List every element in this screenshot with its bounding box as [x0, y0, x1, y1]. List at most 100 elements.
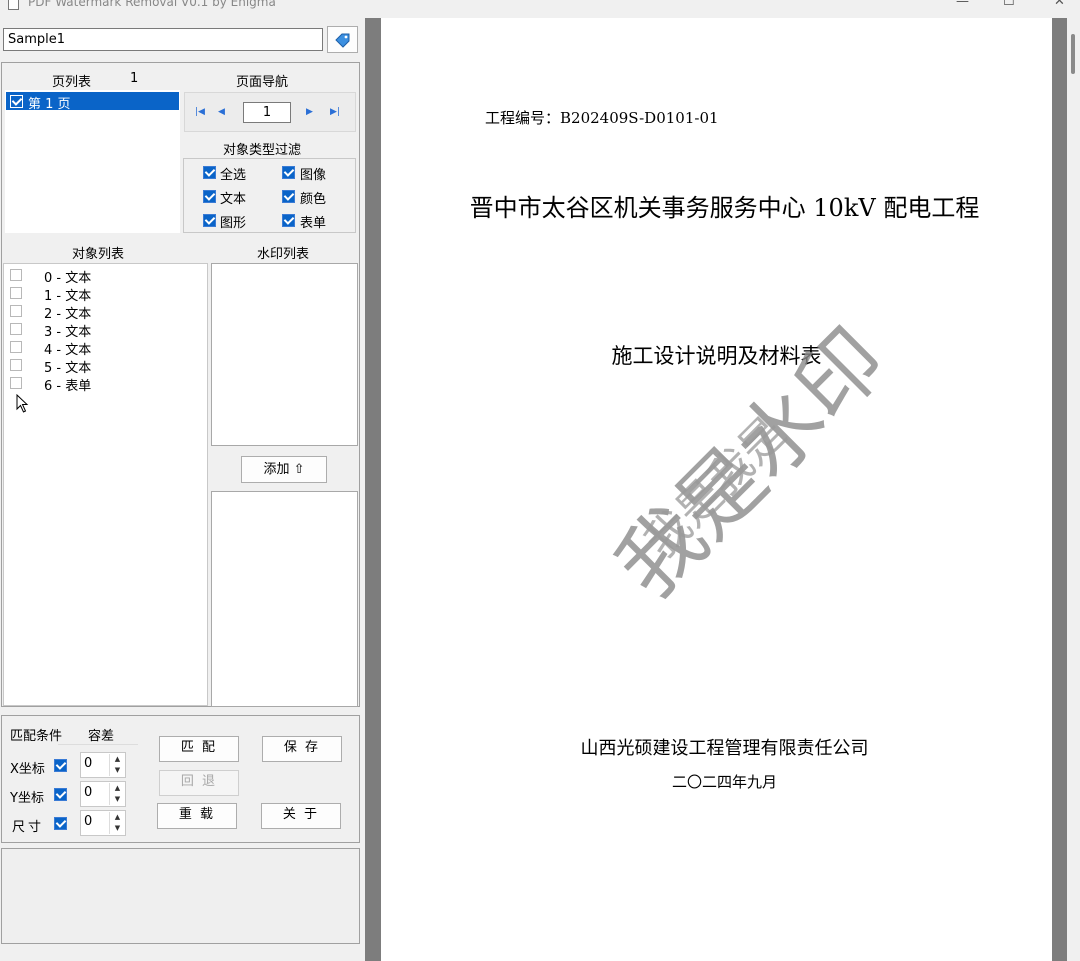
page-list-header: 页列表 [52, 75, 92, 90]
watermark-list-header: 水印列表 [257, 247, 310, 262]
filter-text-label: 文本 [220, 192, 247, 207]
filter-form-label: 表单 [300, 216, 327, 231]
object-checkbox[interactable] [10, 269, 22, 281]
file-name-value: Sample1 [8, 32, 66, 47]
y-coord-checkbox[interactable] [54, 788, 67, 801]
filter-shape-checkbox[interactable] [203, 214, 216, 227]
object-label: 0 - 文本 [44, 271, 92, 286]
page-nav-box: |◀ ◀ 1 ▶ ▶| [184, 92, 356, 132]
open-file-button[interactable] [327, 26, 358, 53]
minimize-icon[interactable]: — [956, 0, 969, 9]
list-item[interactable]: 1 - 文本 [4, 285, 204, 304]
save-button-label: 保 存 [283, 740, 321, 755]
object-list[interactable]: 0 - 文本 1 - 文本 2 - 文本 3 - 文本 4 - 文本 5 - 文… [3, 263, 208, 706]
y-tolerance-value: 0 [84, 785, 93, 800]
list-item[interactable]: 4 - 文本 [4, 339, 204, 358]
object-label: 1 - 文本 [44, 289, 92, 304]
prev-page-icon[interactable]: ◀ [218, 107, 225, 117]
page-nav-header: 页面导航 [236, 75, 289, 90]
x-coord-label: X坐标 [10, 762, 45, 777]
stepper-down-icon[interactable]: ▼ [109, 794, 125, 805]
undo-button[interactable]: 回 退 [159, 770, 239, 796]
list-item[interactable]: 0 - 文本 [4, 267, 204, 286]
object-list-header: 对象列表 [72, 247, 125, 262]
size-tolerance-stepper[interactable]: 0 ▲ ▼ [80, 810, 126, 836]
list-item[interactable]: 5 - 文本 [4, 357, 204, 376]
scrollbar[interactable] [1067, 18, 1080, 961]
page-count: 1 [130, 71, 139, 86]
filter-all-checkbox[interactable] [203, 166, 216, 179]
list-item[interactable]: 2 - 文本 [4, 303, 204, 322]
object-checkbox[interactable] [10, 359, 22, 371]
filter-shape-label: 图形 [220, 216, 247, 231]
filter-color-checkbox[interactable] [282, 190, 295, 203]
document-title: 晋中市太谷区机关事务服务中心 10kV 配电工程 [469, 194, 980, 222]
file-tag-icon [335, 33, 350, 48]
add-watermark-button[interactable]: 添加 ⇧ [241, 456, 327, 483]
x-tolerance-stepper[interactable]: 0 ▲ ▼ [80, 752, 126, 778]
about-button-label: 关 于 [282, 807, 320, 822]
list-item[interactable]: 3 - 文本 [4, 321, 204, 340]
file-name-input[interactable]: Sample1 [3, 28, 323, 51]
size-label: 尺寸 [12, 820, 45, 835]
tolerance-header: 容差 [88, 729, 115, 744]
stepper-up-icon[interactable]: ▲ [109, 783, 125, 794]
list-item[interactable]: 6 - 表单 [4, 375, 204, 394]
reload-button[interactable]: 重 载 [157, 803, 237, 829]
page-number-input[interactable]: 1 [243, 102, 291, 123]
page-item-label: 第 1 页 [28, 97, 71, 112]
divider [58, 744, 138, 745]
filter-form-checkbox[interactable] [282, 214, 295, 227]
object-checkbox[interactable] [10, 305, 22, 317]
y-tolerance-stepper[interactable]: 0 ▲ ▼ [80, 781, 126, 807]
undo-button-label: 回 退 [180, 774, 218, 789]
object-label: 5 - 文本 [44, 361, 92, 376]
maximize-icon[interactable]: ☐ [1003, 0, 1015, 9]
object-label: 4 - 文本 [44, 343, 92, 358]
object-label: 2 - 文本 [44, 307, 92, 322]
status-area [1, 848, 360, 944]
type-filter-box: 全选 图像 文本 颜色 图形 表单 [183, 158, 356, 233]
page-list[interactable]: 第 1 页 [5, 90, 180, 233]
stepper-down-icon[interactable]: ▼ [109, 823, 125, 834]
scrollbar-thumb[interactable] [1071, 34, 1075, 74]
filter-all-label: 全选 [220, 168, 247, 183]
mouse-cursor-icon [16, 394, 29, 413]
object-label: 3 - 文本 [44, 325, 92, 340]
title-bar: PDF Watermark Removal V0.1 by Enigma — ☐… [0, 0, 1080, 12]
object-checkbox[interactable] [10, 323, 22, 335]
filter-image-checkbox[interactable] [282, 166, 295, 179]
x-tolerance-value: 0 [84, 756, 93, 771]
x-coord-checkbox[interactable] [54, 759, 67, 772]
reload-button-label: 重 载 [178, 807, 216, 822]
next-page-icon[interactable]: ▶ [306, 107, 313, 117]
match-header: 匹配条件 [10, 729, 63, 744]
page-number-value: 1 [262, 105, 272, 120]
about-button[interactable]: 关 于 [261, 803, 341, 829]
watermark-detail-list[interactable] [211, 491, 358, 707]
window-title: PDF Watermark Removal V0.1 by Enigma [28, 0, 276, 9]
stepper-up-icon[interactable]: ▲ [109, 812, 125, 823]
type-filter-header: 对象类型过滤 [223, 143, 302, 158]
filter-color-label: 颜色 [300, 192, 327, 207]
last-page-icon[interactable]: ▶| [330, 107, 340, 117]
company-name: 山西光硕建设工程管理有限责任公司 [580, 738, 869, 759]
first-page-icon[interactable]: |◀ [195, 107, 205, 117]
match-button[interactable]: 匹 配 [159, 736, 239, 762]
page-list-item[interactable]: 第 1 页 [6, 92, 179, 112]
page-checkbox[interactable] [10, 95, 23, 108]
close-icon[interactable]: ✕ [1054, 0, 1065, 9]
save-button[interactable]: 保 存 [262, 736, 342, 762]
watermark-list[interactable] [211, 263, 358, 446]
object-checkbox[interactable] [10, 341, 22, 353]
add-watermark-label: 添加 ⇧ [263, 462, 305, 477]
object-checkbox[interactable] [10, 287, 22, 299]
document-date: 二〇二四年九月 [671, 773, 777, 791]
filter-text-checkbox[interactable] [203, 190, 216, 203]
object-checkbox[interactable] [10, 377, 22, 389]
stepper-down-icon[interactable]: ▼ [109, 765, 125, 776]
stepper-up-icon[interactable]: ▲ [109, 754, 125, 765]
match-button-label: 匹 配 [180, 740, 218, 755]
object-label: 6 - 表单 [44, 379, 92, 394]
size-checkbox[interactable] [54, 817, 67, 830]
